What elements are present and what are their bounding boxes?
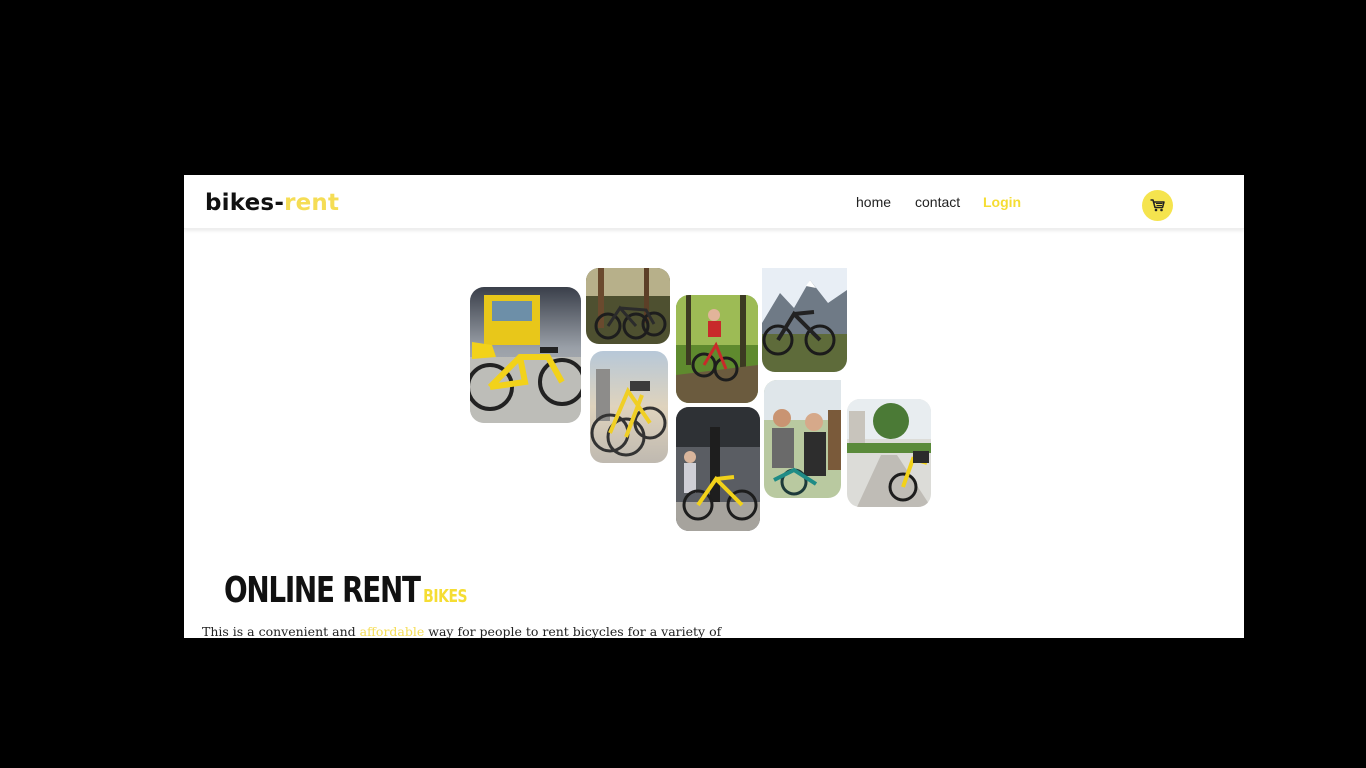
- hero-text-before: This is a convenient and: [202, 624, 360, 638]
- brand-name-part1: bikes-: [205, 190, 285, 216]
- hero-title: ONLINE RENT BIKES: [224, 570, 468, 611]
- gallery-image-yellow-bike-street-city: [676, 407, 760, 531]
- hero-title-sub: BIKES: [423, 586, 468, 607]
- gallery-image-yellow-bike-park-path: [847, 399, 931, 507]
- hero-description: This is a convenient and affordable way …: [202, 624, 721, 638]
- nav-login-link[interactable]: Login: [983, 194, 1021, 210]
- gallery-image-yellow-bikes-parked-city: [590, 351, 668, 463]
- hero-text-after: way for people to rent bicycles for a va…: [424, 624, 722, 638]
- gallery-image-mountain-bike-alps: [762, 268, 847, 372]
- brand-name-part2: rent: [284, 190, 340, 216]
- navbar: bikes-rent home contact Login: [184, 175, 1244, 229]
- nav-contact-link[interactable]: contact: [915, 194, 960, 210]
- brand-logo[interactable]: bikes-rent: [205, 190, 339, 216]
- gallery-image-yellow-bike-by-tram: [470, 287, 581, 423]
- gallery-image-cyclist-riding-forest-trail: [676, 295, 758, 403]
- hero-text-highlight: affordable: [359, 624, 425, 638]
- cart-button[interactable]: [1142, 190, 1173, 221]
- gallery-image-group-of-cyclists: [764, 380, 841, 498]
- shopping-cart-icon: [1150, 199, 1165, 212]
- gallery-image-bikes-parked-in-forest: [586, 268, 670, 344]
- nav-home-link[interactable]: home: [856, 194, 891, 210]
- page-frame: bikes-rent home contact Login ONLINE REN…: [184, 175, 1244, 638]
- hero-title-main: ONLINE RENT: [224, 570, 421, 611]
